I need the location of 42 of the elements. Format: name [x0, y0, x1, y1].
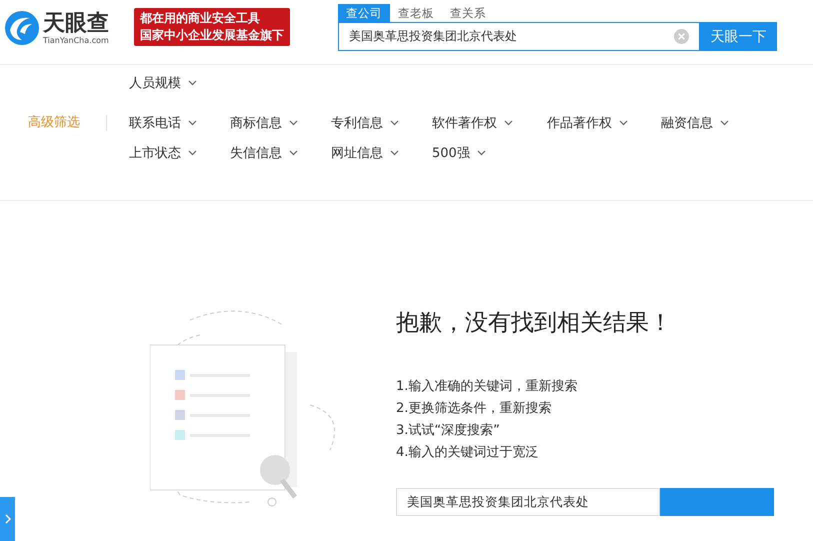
- logo-domain: TianYanCha.com: [43, 36, 109, 44]
- tip-text: 4.输入的关键词过于宽泛: [396, 444, 540, 462]
- chevron-icon: [504, 120, 513, 126]
- no-result-title: 抱歉，没有找到相关结果！: [396, 309, 673, 338]
- search-field[interactable]: 美国奥革思投资集团北京代表处: [396, 488, 660, 516]
- chevron-icon: [390, 150, 399, 156]
- filter-dropdown[interactable]: 网址信息: [331, 138, 432, 168]
- chevron-icon: [619, 120, 628, 126]
- slogan-text: 国家中小企业发展基金旗下: [140, 27, 284, 44]
- tip-text: 1.输入准确的关键词，重新搜索: [396, 378, 578, 396]
- search-field[interactable]: 美国奥革思投资集团北京代表处: [338, 22, 700, 51]
- search-tab[interactable]: 查关系: [442, 4, 494, 22]
- chevron-icon: [289, 150, 298, 156]
- filter-dropdown[interactable]: 专利信息: [331, 108, 432, 138]
- filter-dropdown[interactable]: 联系电话: [129, 108, 230, 138]
- chevron-icon: [390, 120, 399, 126]
- filter-dropdown[interactable]: 商标信息: [230, 108, 331, 138]
- chevron-icon: [188, 120, 197, 126]
- chevron-icon: [476, 150, 486, 156]
- filter-dropdown[interactable]: 上市状态: [129, 138, 230, 168]
- search-tab[interactable]: 查老板: [390, 4, 442, 22]
- logo-name: 天眼查: [43, 12, 109, 36]
- chevron-icon: [720, 120, 729, 126]
- search-value: 美国奥革思投资集团北京代表处: [349, 28, 517, 45]
- filter-dropdown[interactable]: 作品著作权: [547, 108, 661, 138]
- chevron-icon: [289, 120, 298, 126]
- chevron-icon: [188, 150, 197, 156]
- filter-label: 高级筛选: [0, 115, 107, 131]
- tip-text: 3.试试“深度搜索”: [396, 422, 501, 440]
- filter-dropdown[interactable]: 融资信息: [661, 108, 729, 138]
- filter-dropdown[interactable]: 软件著作权: [432, 108, 547, 138]
- slogan-text: 都在用的商业安全工具: [140, 10, 261, 27]
- clear-icon[interactable]: [674, 29, 689, 44]
- side-tab[interactable]: [0, 497, 15, 541]
- tip-text: 2.更换筛选条件，重新搜索: [396, 400, 552, 418]
- filter-dropdown[interactable]: 失信信息: [230, 138, 331, 168]
- filter-dropdown[interactable]: 人员规模: [129, 68, 197, 98]
- filter-dropdown[interactable]: 500强: [432, 138, 547, 168]
- chevron-icon: [4, 514, 10, 524]
- logo-icon: [4, 10, 40, 46]
- search-button[interactable]: [660, 488, 774, 516]
- chevron-icon: [188, 80, 197, 86]
